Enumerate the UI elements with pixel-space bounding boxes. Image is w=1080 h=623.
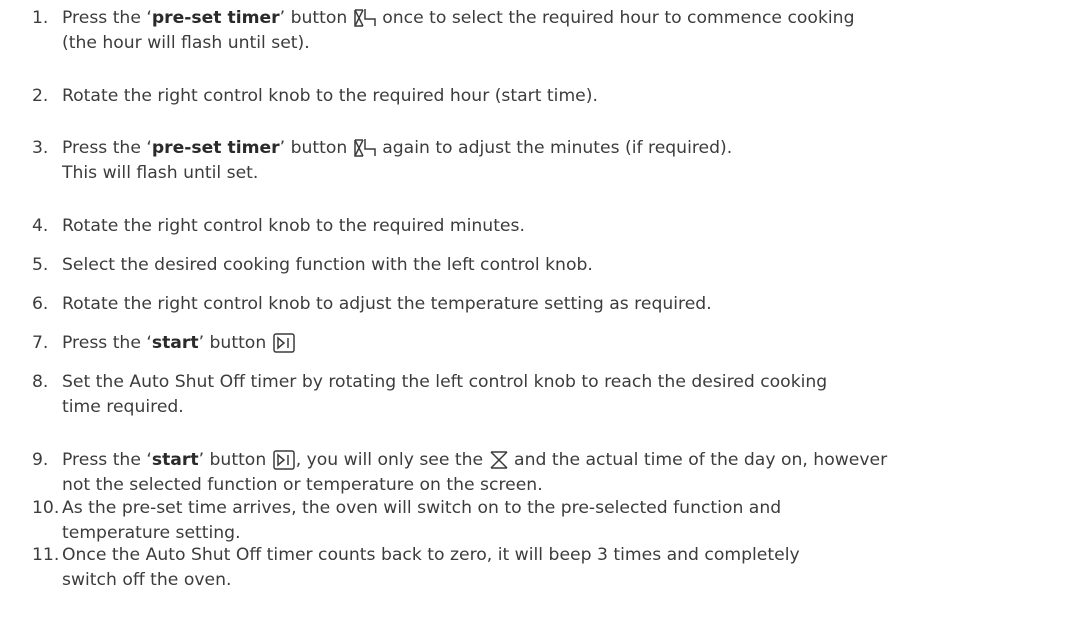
hourglass-icon: [490, 450, 508, 470]
step-number: 5.: [32, 255, 49, 275]
step-text: Press the ‘pre-set timer’ button once to…: [62, 8, 855, 53]
bold-term: start: [151, 450, 199, 470]
instruction-list: 1. Press the ‘pre-set timer’ button once…: [0, 0, 1080, 623]
step-number: 3.: [32, 138, 49, 158]
step-number: 8.: [32, 372, 49, 392]
step-text: Set the Auto Shut Off timer by rotating …: [62, 372, 828, 417]
step-text: Press the ‘start’ button , you will only…: [62, 450, 888, 495]
bold-term: pre-set timer: [151, 138, 280, 158]
step-number: 1.: [32, 8, 49, 28]
step-number: 2.: [32, 86, 49, 106]
step-number: 11.: [32, 545, 60, 565]
step-number: 6.: [32, 294, 49, 314]
step-number: 4.: [32, 216, 49, 236]
preset-timer-icon: [354, 8, 376, 28]
step-text: Press the ‘pre-set timer’ button again t…: [62, 138, 733, 183]
bold-term: start: [151, 333, 199, 353]
step-text: Once the Auto Shut Off timer counts back…: [62, 545, 800, 590]
step-text: Select the desired cooking function with…: [62, 255, 593, 275]
start-button-icon: [272, 333, 295, 353]
step-text: As the pre-set time arrives, the oven wi…: [62, 498, 782, 543]
step-text: Rotate the right control knob to the req…: [62, 86, 598, 106]
start-button-icon: [272, 450, 295, 470]
step-text: Rotate the right control knob to the req…: [62, 216, 525, 236]
step-number: 7.: [32, 333, 49, 353]
bold-term: pre-set timer: [151, 8, 280, 28]
step-number: 9.: [32, 450, 49, 470]
step-text: Rotate the right control knob to adjust …: [62, 294, 712, 314]
step-number: 10.: [32, 498, 60, 518]
preset-timer-icon: [354, 138, 376, 158]
step-text: Press the ‘start’ button: [62, 331, 1052, 356]
